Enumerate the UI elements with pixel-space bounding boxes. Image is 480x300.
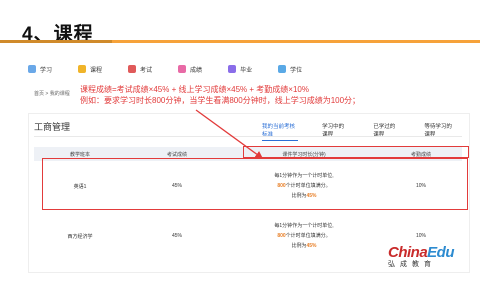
chinaedu-logo: ChinaEdu 弘成教育 — [388, 244, 455, 268]
